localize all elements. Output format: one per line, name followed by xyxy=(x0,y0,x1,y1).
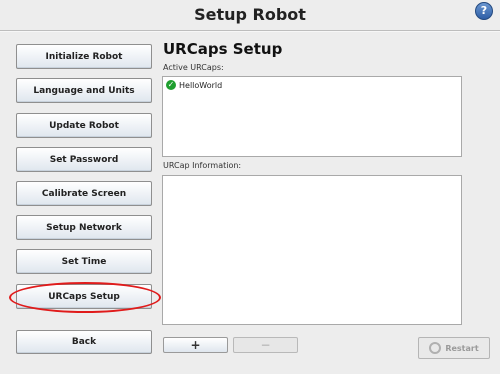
urcap-name: HelloWorld xyxy=(179,80,223,90)
window-title: Setup Robot xyxy=(194,5,306,24)
sidebar-item-set-time[interactable]: Set Time xyxy=(16,249,152,274)
restart-icon xyxy=(429,342,442,354)
sidebar-item-calibrate-screen[interactable]: Calibrate Screen xyxy=(16,181,152,206)
back-button-label: Back xyxy=(71,337,97,347)
restart-label: Restart xyxy=(445,343,479,353)
minus-icon: − xyxy=(260,338,271,352)
active-urcaps-label: Active URCaps: xyxy=(163,63,224,72)
add-urcap-button[interactable]: + xyxy=(163,337,228,353)
sidebar-item-label: Set Password xyxy=(49,154,119,165)
remove-urcap-button[interactable]: − xyxy=(233,337,298,353)
plus-icon: + xyxy=(190,338,201,352)
urcap-information-panel xyxy=(162,175,462,325)
sidebar-item-setup-network[interactable]: Setup Network xyxy=(16,215,152,240)
sidebar-item-label: Setup Network xyxy=(46,222,122,233)
sidebar-item-label: Set Time xyxy=(61,256,107,267)
list-item[interactable]: ✓ HelloWorld xyxy=(166,80,222,90)
sidebar-item-initialize-robot[interactable]: Initialize Robot xyxy=(16,44,152,69)
urcap-information-label: URCap Information: xyxy=(163,161,242,170)
sidebar-item-label: Calibrate Screen xyxy=(41,188,127,199)
sidebar-item-urcaps-setup[interactable]: URCaps Setup xyxy=(16,284,152,309)
sidebar-item-set-password[interactable]: Set Password xyxy=(16,147,152,172)
page-title: URCaps Setup xyxy=(163,40,283,58)
title-bar: Setup Robot ? xyxy=(0,0,500,31)
check-circle-icon: ✓ xyxy=(166,80,176,90)
sidebar-item-label: URCaps Setup xyxy=(48,291,120,302)
help-icon[interactable]: ? xyxy=(475,2,493,20)
sidebar-item-update-robot[interactable]: Update Robot xyxy=(16,113,152,138)
back-button[interactable]: Back xyxy=(16,330,152,354)
sidebar-item-language-and-units[interactable]: Language and Units xyxy=(16,78,152,103)
restart-button[interactable]: Restart xyxy=(418,337,490,359)
active-urcaps-list[interactable]: ✓ HelloWorld xyxy=(162,76,462,157)
sidebar-item-label: Language and Units xyxy=(33,85,135,96)
title-divider xyxy=(0,31,500,32)
sidebar-item-label: Update Robot xyxy=(49,120,119,131)
sidebar-item-label: Initialize Robot xyxy=(45,51,123,62)
